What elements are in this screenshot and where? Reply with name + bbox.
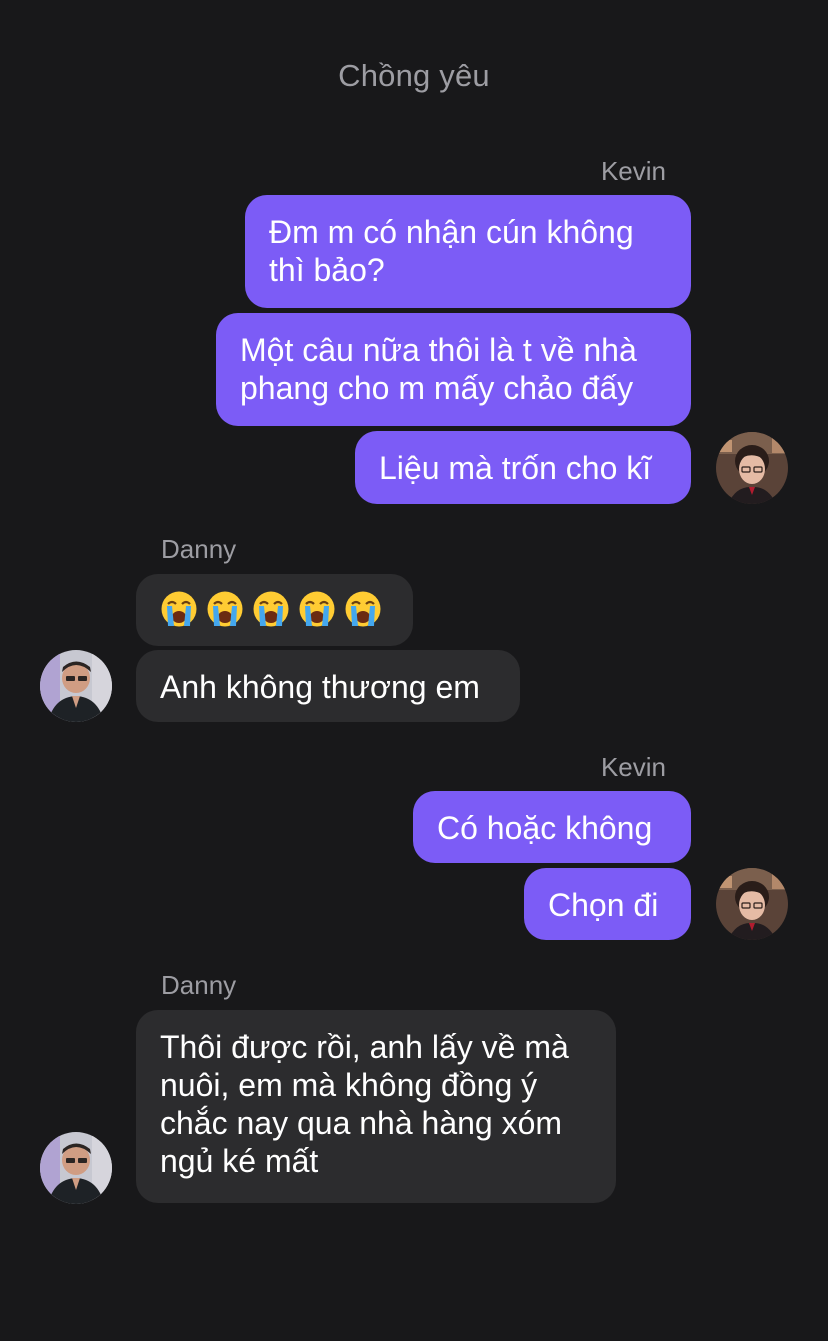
chat-screen: Chồng yêu Kevin Đm m có nhận cún không t… <box>0 0 828 1341</box>
sender-name-kevin: Kevin <box>600 752 666 782</box>
emoji-row <box>160 590 389 628</box>
danny-avatar[interactable] <box>40 650 112 722</box>
kevin-avatar[interactable] <box>716 868 788 940</box>
sender-name-kevin: Kevin <box>600 156 666 186</box>
message-text: Chọn đi <box>548 887 659 923</box>
message-bubble-outgoing[interactable]: Chọn đi <box>524 868 691 940</box>
message-text: Đm m có nhận cún không thì bảo? <box>269 214 634 288</box>
message-bubble-outgoing[interactable]: Liệu mà trốn cho kĩ <box>355 431 691 504</box>
loudly-crying-face-icon <box>161 591 197 627</box>
message-bubble-incoming[interactable] <box>136 574 413 646</box>
loudly-crying-face-icon <box>207 591 243 627</box>
loudly-crying-face-icon <box>345 591 381 627</box>
message-text: Thôi được rồi, anh lấy về mà nuôi, em mà… <box>160 1029 569 1179</box>
loudly-crying-face-icon <box>299 591 335 627</box>
kevin-avatar[interactable] <box>716 432 788 504</box>
message-bubble-incoming[interactable]: Thôi được rồi, anh lấy về mà nuôi, em mà… <box>136 1010 616 1203</box>
message-text: Có hoặc không <box>437 810 653 846</box>
message-text: Anh không thương em <box>160 669 480 705</box>
message-text: Liệu mà trốn cho kĩ <box>379 450 652 486</box>
message-bubble-incoming[interactable]: Anh không thương em <box>136 650 520 722</box>
loudly-crying-face-icon <box>253 591 289 627</box>
message-bubble-outgoing[interactable]: Đm m có nhận cún không thì bảo? <box>245 195 691 308</box>
conversation-title: Chồng yêu <box>338 58 490 93</box>
message-bubble-outgoing[interactable]: Có hoặc không <box>413 791 691 863</box>
sender-name-danny: Danny <box>161 970 237 1000</box>
message-bubble-outgoing[interactable]: Một câu nữa thôi là t về nhà phang cho m… <box>216 313 691 426</box>
sender-name-danny: Danny <box>161 534 237 564</box>
message-text: Một câu nữa thôi là t về nhà phang cho m… <box>240 332 637 406</box>
danny-avatar[interactable] <box>40 1132 112 1204</box>
